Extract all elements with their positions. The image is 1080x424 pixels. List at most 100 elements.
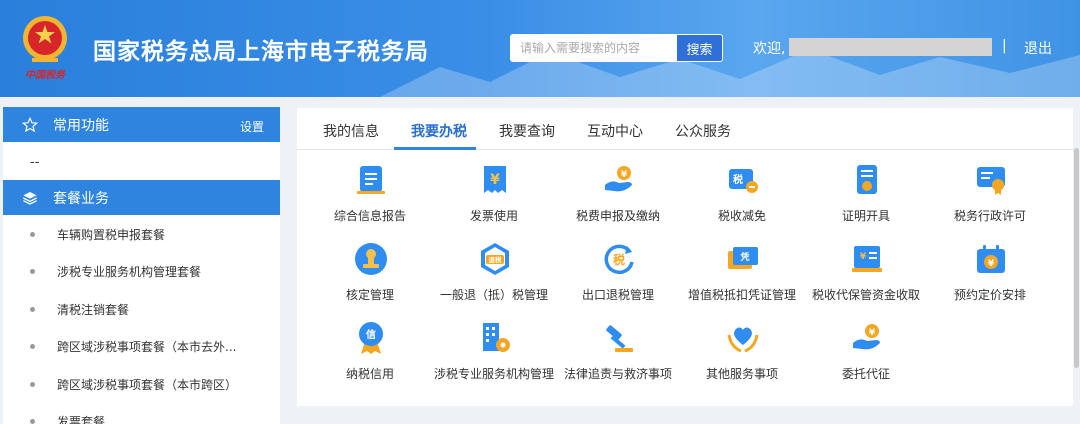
favorites-label: 常用功能 <box>53 117 109 134</box>
service-label: 委托代征 <box>841 367 890 381</box>
invoice-yen-icon: ¥ <box>484 166 506 193</box>
header-divider: | <box>1002 38 1007 54</box>
tab-tax-handling[interactable]: 我要办税 <box>411 121 467 141</box>
service-label: 增值税抵扣凭证管理 <box>687 288 796 302</box>
service-other-services[interactable]: 其他服务事项 <box>682 321 802 391</box>
svg-text:信: 信 <box>366 328 376 341</box>
report-document-icon <box>357 166 385 194</box>
emblem-signature: 中国税务 <box>25 69 67 81</box>
favorites-empty-placeholder: -- <box>30 155 40 170</box>
tab-query[interactable]: 我要查询 <box>499 121 555 141</box>
heart-hands-icon <box>727 327 759 353</box>
service-advance-pricing[interactable]: ¥ 预约定价安排 <box>930 242 1050 312</box>
svg-text:退税: 退税 <box>489 255 503 264</box>
bullet-dot <box>30 307 35 312</box>
service-legal-relief[interactable]: 法律追责与救济事项 <box>558 321 678 391</box>
service-label: 发票使用 <box>469 209 518 223</box>
service-label: 税务行政许可 <box>953 209 1026 223</box>
star-icon <box>21 116 39 134</box>
service-certificate-issuance[interactable]: 证明开具 <box>806 163 926 233</box>
service-label: 纳税信用 <box>345 367 394 381</box>
package-item[interactable]: 跨区域涉税事项套餐（本市跨区） <box>3 366 280 403</box>
package-item[interactable]: 跨区域涉税事项套餐（本市去外... <box>3 328 280 365</box>
package-item-label: 涉税专业服务机构管理套餐 <box>57 265 202 279</box>
bullet-dot <box>30 232 35 237</box>
package-item[interactable]: 发票套餐 <box>3 403 280 424</box>
tab-my-info[interactable]: 我的信息 <box>323 121 379 141</box>
license-award-icon <box>977 167 1005 195</box>
package-item[interactable]: 清税注销套餐 <box>3 291 280 328</box>
bullet-dot <box>30 269 35 274</box>
tab-bar: 我的信息 我要办税 我要查询 互动中心 公众服务 <box>297 108 1073 150</box>
svg-text:税: 税 <box>613 252 625 267</box>
search-button[interactable]: 搜索 <box>676 34 723 62</box>
svg-text:¥: ¥ <box>490 172 500 188</box>
welcome-text: 欢迎, <box>753 41 786 57</box>
main-scrollbar[interactable] <box>1074 148 1079 368</box>
packages-label: 套餐业务 <box>53 190 109 207</box>
search-input[interactable] <box>510 34 676 62</box>
bullet-dot <box>30 382 35 387</box>
service-tax-credit[interactable]: 信 纳税信用 <box>310 321 430 391</box>
service-general-refund[interactable]: 退税 一般退（抵）税管理 <box>434 242 554 312</box>
voucher-icon: 凭 <box>728 247 758 269</box>
service-label: 涉税专业服务机构管理 <box>434 367 555 381</box>
svg-text:¥: ¥ <box>860 252 867 262</box>
service-label: 综合信息报告 <box>333 209 406 223</box>
service-fund-custody[interactable]: ¥ 税收代保管资金收取 <box>806 242 926 312</box>
package-item-label: 发票套餐 <box>57 415 106 424</box>
favorites-settings-link[interactable]: 设置 <box>240 118 264 135</box>
svg-text:¥: ¥ <box>621 170 628 180</box>
site-title: 国家税务总局上海市电子税务局 <box>93 39 429 65</box>
service-label: 法律追责与救济事项 <box>563 367 672 381</box>
hand-coin-icon: ¥ <box>853 324 880 350</box>
service-entrusted-collection[interactable]: ¥ 委托代征 <box>806 321 926 391</box>
service-invoice-usage[interactable]: ¥ 发票使用 <box>434 163 554 233</box>
package-item[interactable]: 涉税专业服务机构管理套餐 <box>3 253 280 290</box>
sidebar: 常用功能 设置 -- 套餐业务 车辆购置税申报套餐 涉税专业服务机构管理套餐 清… <box>3 107 280 424</box>
calendar-yen-icon: ¥ <box>977 245 1005 273</box>
tax-refund-icon: 退税 <box>481 243 509 275</box>
service-label: 税收代保管资金收取 <box>811 288 920 302</box>
package-item-label: 跨区域涉税事项套餐（本市跨区） <box>57 378 238 392</box>
bullet-dot <box>30 419 35 424</box>
service-label: 证明开具 <box>841 209 890 223</box>
package-item-label: 清税注销套餐 <box>57 303 130 317</box>
stamp-icon <box>355 243 387 275</box>
service-export-refund[interactable]: 税 出口退税管理 <box>558 242 678 312</box>
building-gear-icon <box>483 323 510 352</box>
package-item[interactable]: 车辆购置税申报套餐 <box>3 216 280 253</box>
service-label: 核定管理 <box>345 288 394 302</box>
service-tax-declaration[interactable]: ¥ 税费申报及缴纳 <box>558 163 678 233</box>
service-label: 税费申报及缴纳 <box>575 209 660 223</box>
logout-link[interactable]: 退出 <box>1024 38 1052 58</box>
active-tab-indicator <box>394 147 476 150</box>
service-label: 税收减免 <box>717 209 766 223</box>
service-comprehensive-report[interactable]: 综合信息报告 <box>310 163 430 233</box>
service-professional-agency[interactable]: 涉税专业服务机构管理 <box>434 321 554 391</box>
svg-text:税: 税 <box>733 173 743 186</box>
layers-icon <box>21 189 39 207</box>
top-header: 中国税务 国家税务总局上海市电子税务局 搜索 欢迎, | 退出 <box>0 0 1080 97</box>
tab-public-service[interactable]: 公众服务 <box>675 121 731 141</box>
svg-text:¥: ¥ <box>869 328 876 338</box>
service-admin-license[interactable]: 税务行政许可 <box>930 163 1050 233</box>
certificate-icon <box>857 165 877 194</box>
tab-interaction[interactable]: 互动中心 <box>587 121 643 141</box>
svg-text:¥: ¥ <box>988 259 995 269</box>
packages-header[interactable]: 套餐业务 <box>3 180 280 215</box>
username-redacted <box>789 38 992 56</box>
credit-medal-icon: 信 <box>359 322 383 354</box>
bullet-dot <box>30 344 35 349</box>
export-refund-icon: 税 <box>604 244 634 275</box>
service-assessment-management[interactable]: 核定管理 <box>310 242 430 312</box>
service-vat-voucher[interactable]: 凭 增值税抵扣凭证管理 <box>682 242 802 312</box>
package-item-label: 车辆购置税申报套餐 <box>57 228 166 242</box>
service-label: 其他服务事项 <box>705 367 778 381</box>
service-label: 预约定价安排 <box>953 288 1026 302</box>
fund-collection-icon: ¥ <box>852 246 882 272</box>
service-label: 一般退（抵）税管理 <box>439 288 548 302</box>
tax-emblem-logo: 中国税务 <box>23 16 67 81</box>
service-tax-reduction[interactable]: 税 税收减免 <box>682 163 802 233</box>
favorites-header[interactable]: 常用功能 设置 <box>3 107 280 142</box>
